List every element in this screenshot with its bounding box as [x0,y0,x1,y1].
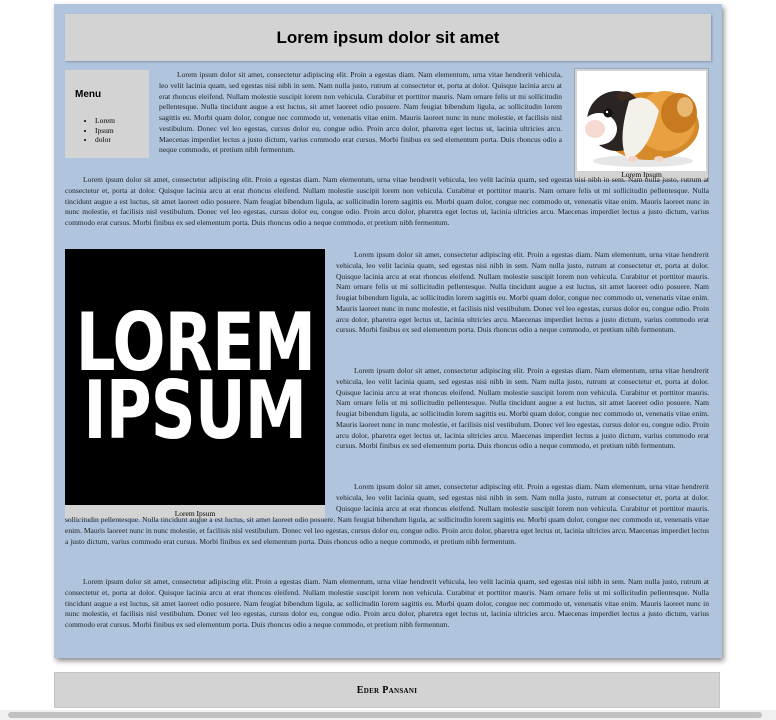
menu-item-ipsum[interactable]: Ipsum [95,126,115,136]
content-page: Lorem ipsum dolor sit amet Menu Lorem Ip… [54,4,722,658]
menu-item-lorem[interactable]: Lorem [95,116,115,126]
menu-item-dolor[interactable]: dolor [95,135,115,145]
paragraph-4: Lorem ipsum dolor sit amet, consectetur … [336,366,709,451]
menu-title: Menu [75,89,102,100]
horizontal-scrollbar[interactable] [0,710,776,720]
guinea-pig-image [577,71,706,171]
paragraph-5: Lorem ipsum dolor sit amet, consectetur … [336,482,709,513]
footer-author: Eder Pansani [356,684,418,696]
menu-list: Lorem Ipsum dolor [75,116,115,145]
paragraph-3: Lorem ipsum dolor sit amet, consectetur … [336,250,709,335]
side-menu: Menu Lorem Ipsum dolor [65,70,149,158]
paragraph-6: Lorem ipsum dolor sit amet, consectetur … [65,577,709,629]
image-word-2: IPSUM [83,364,308,457]
paragraph-5-continued: sollicitudin pellentesque. Nulla tincidu… [65,515,709,546]
page-footer: Eder Pansani [54,672,720,708]
lorem-ipsum-image: LOREM IPSUM [65,249,325,505]
guinea-pig-figure: Lorem Ipsum [574,68,709,181]
page-title: Lorem ipsum dolor sit amet [276,27,500,47]
page-header: Lorem ipsum dolor sit amet [65,14,711,61]
lorem-ipsum-figure: LOREM IPSUM Lorem Ipsum [65,249,325,519]
paragraph-1: Lorem ipsum dolor sit amet, consectetur … [159,70,562,155]
scrollbar-thumb[interactable] [8,712,762,718]
paragraph-2: Lorem ipsum dolor sit amet, consectetur … [65,175,709,227]
